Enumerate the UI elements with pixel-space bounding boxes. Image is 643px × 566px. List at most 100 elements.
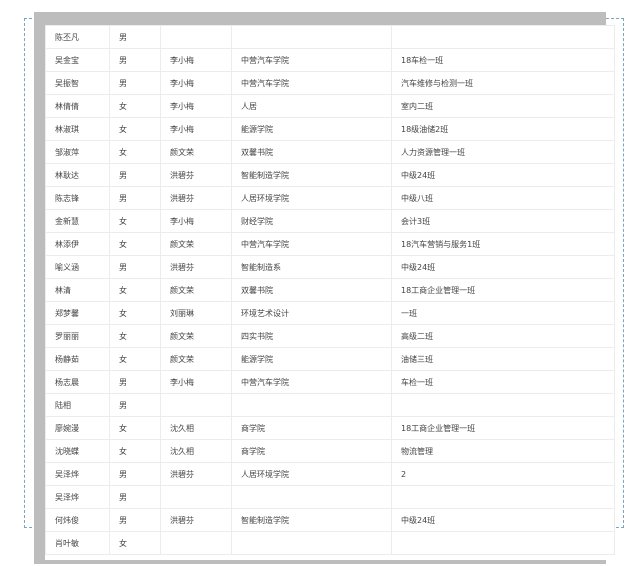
cell-college[interactable]: 智能制造系 <box>231 255 392 279</box>
cell-teacher[interactable]: 洪碧芬 <box>160 508 232 532</box>
cell-college[interactable]: 中营汽车学院 <box>231 71 392 95</box>
cell-gender[interactable]: 女 <box>109 117 161 141</box>
cell-name[interactable]: 沈晓蝶 <box>45 439 110 463</box>
cell-name[interactable]: 吴金宝 <box>45 48 110 72</box>
cell-gender[interactable]: 女 <box>109 324 161 348</box>
cell-gender[interactable]: 女 <box>109 140 161 164</box>
cell-name[interactable]: 吴泽烨 <box>45 485 110 509</box>
cell-college[interactable]: 中营汽车学院 <box>231 48 392 72</box>
cell-class[interactable]: 18工商企业管理一班 <box>391 278 615 302</box>
cell-gender[interactable]: 男 <box>109 255 161 279</box>
cell-gender[interactable]: 男 <box>109 186 161 210</box>
cell-college[interactable]: 人居环境学院 <box>231 186 392 210</box>
cell-class[interactable]: 油储三班 <box>391 347 615 371</box>
cell-class[interactable] <box>391 485 615 509</box>
cell-gender[interactable]: 女 <box>109 439 161 463</box>
cell-teacher[interactable]: 沈久相 <box>160 439 232 463</box>
cell-teacher[interactable]: 沈久相 <box>160 416 232 440</box>
cell-name[interactable]: 林清 <box>45 278 110 302</box>
cell-name[interactable]: 杨志晨 <box>45 370 110 394</box>
cell-gender[interactable]: 女 <box>109 232 161 256</box>
cell-teacher[interactable]: 李小梅 <box>160 117 232 141</box>
cell-college[interactable]: 双馨书院 <box>231 140 392 164</box>
cell-name[interactable]: 何炜俊 <box>45 508 110 532</box>
cell-college[interactable]: 中营汽车学院 <box>231 370 392 394</box>
cell-teacher[interactable]: 李小梅 <box>160 94 232 118</box>
cell-teacher[interactable]: 颜文荣 <box>160 140 232 164</box>
cell-name[interactable]: 陆相 <box>45 393 110 417</box>
cell-class[interactable]: 18车检一班 <box>391 48 615 72</box>
cell-name[interactable]: 林添伊 <box>45 232 110 256</box>
cell-name[interactable]: 肖叶敏 <box>45 531 110 555</box>
cell-class[interactable]: 一班 <box>391 301 615 325</box>
cell-teacher[interactable] <box>160 531 232 555</box>
cell-class[interactable]: 18汽车营销与服务1班 <box>391 232 615 256</box>
cell-name[interactable]: 林倩倩 <box>45 94 110 118</box>
cell-college[interactable] <box>231 485 392 509</box>
cell-teacher[interactable]: 洪碧芬 <box>160 163 232 187</box>
cell-name[interactable]: 林耿达 <box>45 163 110 187</box>
cell-class[interactable]: 物流管理 <box>391 439 615 463</box>
cell-gender[interactable]: 女 <box>109 531 161 555</box>
cell-teacher[interactable]: 李小梅 <box>160 48 232 72</box>
cell-teacher[interactable]: 洪碧芬 <box>160 255 232 279</box>
cell-class[interactable]: 中级24班 <box>391 163 615 187</box>
cell-name[interactable]: 杨静茹 <box>45 347 110 371</box>
cell-gender[interactable]: 女 <box>109 347 161 371</box>
cell-class[interactable]: 中级24班 <box>391 508 615 532</box>
cell-gender[interactable]: 男 <box>109 370 161 394</box>
cell-name[interactable]: 喻义涵 <box>45 255 110 279</box>
cell-gender[interactable]: 男 <box>109 393 161 417</box>
cell-gender[interactable]: 男 <box>109 163 161 187</box>
cell-name[interactable]: 吴泽烨 <box>45 462 110 486</box>
cell-name[interactable]: 罗丽丽 <box>45 324 110 348</box>
cell-college[interactable]: 智能制造学院 <box>231 508 392 532</box>
cell-gender[interactable]: 女 <box>109 278 161 302</box>
cell-name[interactable]: 陈志锋 <box>45 186 110 210</box>
cell-college[interactable]: 双馨书院 <box>231 278 392 302</box>
cell-gender[interactable]: 男 <box>109 71 161 95</box>
cell-college[interactable]: 四实书院 <box>231 324 392 348</box>
cell-class[interactable]: 2 <box>391 462 615 486</box>
cell-class[interactable]: 人力资源管理一班 <box>391 140 615 164</box>
cell-college[interactable]: 商学院 <box>231 416 392 440</box>
cell-college[interactable]: 人居环境学院 <box>231 462 392 486</box>
cell-gender[interactable]: 男 <box>109 462 161 486</box>
cell-gender[interactable]: 女 <box>109 94 161 118</box>
cell-teacher[interactable]: 李小梅 <box>160 209 232 233</box>
cell-class[interactable]: 18级油储2班 <box>391 117 615 141</box>
cell-class[interactable]: 中级八班 <box>391 186 615 210</box>
cell-teacher[interactable] <box>160 485 232 509</box>
cell-college[interactable]: 智能制造学院 <box>231 163 392 187</box>
cell-teacher[interactable]: 颜文荣 <box>160 324 232 348</box>
cell-name[interactable]: 金新慧 <box>45 209 110 233</box>
cell-college[interactable]: 环境艺术设计 <box>231 301 392 325</box>
cell-gender[interactable]: 女 <box>109 416 161 440</box>
cell-name[interactable]: 陈丕凡 <box>45 25 110 49</box>
cell-class[interactable]: 会计3班 <box>391 209 615 233</box>
cell-gender[interactable]: 男 <box>109 48 161 72</box>
cell-gender[interactable]: 男 <box>109 485 161 509</box>
cell-class[interactable] <box>391 531 615 555</box>
cell-teacher[interactable]: 李小梅 <box>160 71 232 95</box>
cell-name[interactable]: 郑梦馨 <box>45 301 110 325</box>
cell-college[interactable]: 能源学院 <box>231 117 392 141</box>
cell-teacher[interactable]: 颜文荣 <box>160 278 232 302</box>
cell-teacher[interactable]: 颜文荣 <box>160 232 232 256</box>
cell-class[interactable]: 18工商企业管理一班 <box>391 416 615 440</box>
cell-gender[interactable]: 男 <box>109 508 161 532</box>
cell-college[interactable] <box>231 393 392 417</box>
cell-teacher[interactable] <box>160 393 232 417</box>
cell-class[interactable]: 高级二班 <box>391 324 615 348</box>
cell-class[interactable]: 中级24班 <box>391 255 615 279</box>
cell-college[interactable] <box>231 25 392 49</box>
cell-class[interactable]: 室内二班 <box>391 94 615 118</box>
cell-college[interactable]: 中营汽车学院 <box>231 232 392 256</box>
cell-name[interactable]: 邹淑萍 <box>45 140 110 164</box>
cell-gender[interactable]: 男 <box>109 25 161 49</box>
cell-teacher[interactable] <box>160 25 232 49</box>
cell-class[interactable]: 汽车维修与检测一班 <box>391 71 615 95</box>
cell-college[interactable]: 人居 <box>231 94 392 118</box>
cell-college[interactable]: 财经学院 <box>231 209 392 233</box>
cell-name[interactable]: 廖婉漫 <box>45 416 110 440</box>
